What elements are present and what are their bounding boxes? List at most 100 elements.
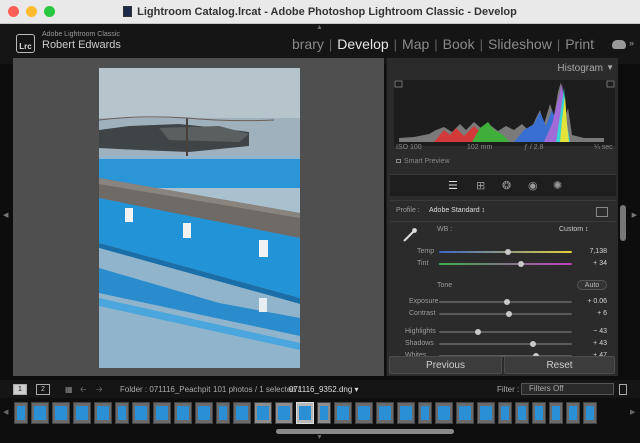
- filmstrip-thumbnail[interactable]: [532, 402, 546, 424]
- cloud-sync-icon[interactable]: [612, 40, 626, 49]
- thumbnail-image: [76, 406, 88, 420]
- tint-value[interactable]: + 34: [577, 260, 607, 267]
- more-modules-chevron-icon[interactable]: »: [629, 38, 634, 48]
- filmstrip-left-arrow-icon[interactable]: ◀: [3, 408, 8, 416]
- smart-preview-label: Smart Preview: [404, 158, 450, 165]
- reset-button[interactable]: Reset: [504, 356, 615, 374]
- white-balance-eyedropper-icon[interactable]: [401, 226, 419, 244]
- filter-select[interactable]: Filters Off: [521, 383, 614, 395]
- filter-lock-icon[interactable]: [619, 384, 627, 395]
- filmstrip-thumbnail[interactable]: [195, 402, 213, 424]
- filmstrip-thumbnail[interactable]: [275, 402, 293, 424]
- temp-slider[interactable]: [439, 249, 572, 255]
- auto-tone-button[interactable]: Auto: [577, 280, 607, 290]
- filmstrip-thumbnail[interactable]: [73, 402, 91, 424]
- crop-icon[interactable]: ⊞: [476, 180, 485, 192]
- photo-preview[interactable]: [99, 68, 300, 368]
- filmstrip-thumbnail[interactable]: [115, 402, 129, 424]
- tint-slider-knob[interactable]: [518, 261, 525, 267]
- filmstrip-thumbnail[interactable]: [498, 402, 512, 424]
- smart-preview-status[interactable]: Smart Preview: [396, 158, 450, 165]
- filmstrip-thumbnail[interactable]: [233, 402, 251, 424]
- primary-window-button[interactable]: 1: [13, 384, 27, 395]
- tone-slider-value[interactable]: + 6: [577, 310, 607, 317]
- profile-select[interactable]: Adobe Standard ↕: [429, 207, 485, 214]
- module-map[interactable]: Map: [398, 36, 433, 52]
- document-icon: [123, 6, 133, 17]
- tone-slider-knob[interactable]: [530, 341, 537, 347]
- filmstrip-thumbnail[interactable]: [14, 402, 28, 424]
- histogram-graph[interactable]: [394, 80, 615, 146]
- tone-slider[interactable]: [439, 311, 572, 317]
- tone-slider-value[interactable]: + 0.06: [577, 298, 607, 305]
- tone-slider[interactable]: [439, 329, 572, 335]
- tint-slider[interactable]: [439, 261, 572, 267]
- filmstrip-thumbnail[interactable]: [376, 402, 394, 424]
- filmstrip-thumbnail[interactable]: [153, 402, 171, 424]
- filmstrip-thumbnail[interactable]: [31, 402, 49, 424]
- forward-arrow-icon[interactable]: 🡢: [96, 384, 103, 398]
- wb-preset-select[interactable]: Custom ↕: [559, 226, 589, 233]
- healing-bandage-icon[interactable]: ❂: [502, 180, 511, 192]
- filmstrip-thumbnail[interactable]: [418, 402, 432, 424]
- filmstrip-thumbnail[interactable]: [254, 402, 272, 424]
- close-window-button[interactable]: [8, 6, 19, 17]
- filmstrip-scrollbar[interactable]: [276, 429, 454, 434]
- module-library[interactable]: brary: [288, 36, 328, 52]
- module-develop[interactable]: Develop: [333, 36, 392, 52]
- filmstrip-thumbnail[interactable]: [296, 402, 314, 424]
- module-book[interactable]: Book: [439, 36, 479, 52]
- filmstrip-thumbnail[interactable]: [174, 402, 192, 424]
- grid-view-icon[interactable]: ▦: [65, 385, 73, 394]
- red-eye-icon[interactable]: ◉: [528, 180, 538, 192]
- filmstrip-thumbnail[interactable]: [355, 402, 373, 424]
- filmstrip-thumbnail[interactable]: [397, 402, 415, 424]
- previous-button[interactable]: Previous: [389, 356, 502, 374]
- tone-slider[interactable]: [439, 299, 572, 305]
- filmstrip-thumbnail[interactable]: [456, 402, 474, 424]
- filename-menu[interactable]: 071116_9352.dng ▾: [289, 385, 359, 394]
- filmstrip-thumbnail[interactable]: [435, 402, 453, 424]
- app-name: Adobe Lightroom Classic: [42, 31, 120, 38]
- filmstrip-thumbnail[interactable]: [566, 402, 580, 424]
- tone-slider-knob[interactable]: [506, 311, 513, 317]
- maximize-window-button[interactable]: [44, 6, 55, 17]
- filmstrip-thumbnail[interactable]: [52, 402, 70, 424]
- panel-scrollbar[interactable]: [620, 205, 626, 241]
- temp-slider-knob[interactable]: [505, 249, 512, 255]
- filmstrip-thumbnail[interactable]: [216, 402, 230, 424]
- minimize-window-button[interactable]: [26, 6, 37, 17]
- back-arrow-icon[interactable]: 🡠: [80, 384, 86, 398]
- module-slideshow[interactable]: Slideshow: [484, 36, 556, 52]
- histogram-header[interactable]: Histogram ▼: [387, 58, 619, 78]
- temp-value[interactable]: 7,138: [577, 248, 607, 255]
- tone-slider-value[interactable]: + 43: [577, 340, 607, 347]
- filmstrip-thumbnail[interactable]: [583, 402, 597, 424]
- filmstrip-thumbnail[interactable]: [317, 402, 331, 424]
- edit-sliders-icon[interactable]: ☰: [448, 180, 458, 192]
- filmstrip-right-arrow-icon[interactable]: ▶: [630, 408, 635, 416]
- tone-slider-knob[interactable]: [474, 329, 481, 335]
- filmstrip-thumbnail[interactable]: [94, 402, 112, 424]
- collapse-triangle-icon[interactable]: ▼: [606, 63, 614, 72]
- filmstrip-thumbnail[interactable]: [549, 402, 563, 424]
- bottom-panel-toggle-icon[interactable]: ▼: [316, 434, 323, 441]
- filmstrip-thumbnail[interactable]: [334, 402, 352, 424]
- thumbnail-image: [421, 406, 429, 420]
- top-panel-toggle-icon[interactable]: ▲: [316, 24, 323, 31]
- secondary-window-button[interactable]: 2: [36, 384, 50, 395]
- profile-browser-grid-icon[interactable]: [596, 207, 608, 217]
- left-panel-toggle-icon[interactable]: ◀: [3, 211, 8, 219]
- filmstrip-thumbnail[interactable]: [132, 402, 150, 424]
- thumbnail-image: [135, 406, 147, 420]
- tone-slider[interactable]: [439, 341, 572, 347]
- tone-slider-knob[interactable]: [503, 299, 510, 305]
- masking-icon[interactable]: ✺: [553, 180, 562, 192]
- filmstrip-thumbnail[interactable]: [515, 402, 529, 424]
- thumbnail-image: [501, 406, 509, 420]
- module-print[interactable]: Print: [561, 36, 598, 52]
- right-panel-toggle-icon[interactable]: ▶: [632, 211, 637, 219]
- tone-slider-value[interactable]: − 43: [577, 328, 607, 335]
- folder-breadcrumb[interactable]: Folder : 071116_Peachpit: [120, 385, 210, 394]
- filmstrip-thumbnail[interactable]: [477, 402, 495, 424]
